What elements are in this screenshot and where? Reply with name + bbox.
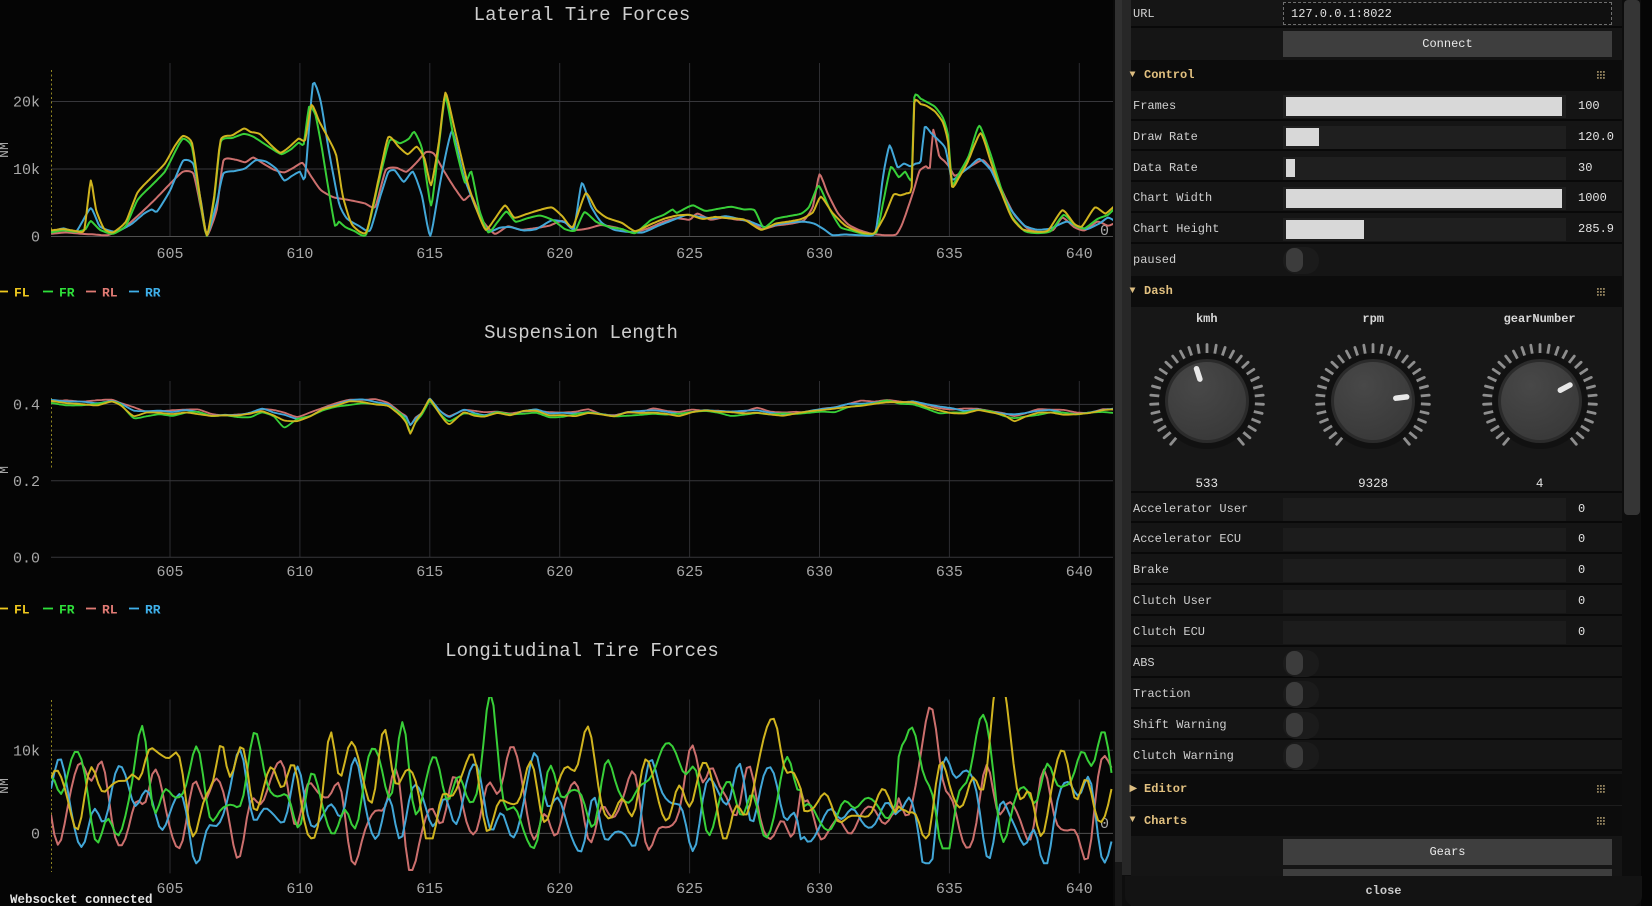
svg-text:FL: FL: [14, 285, 30, 300]
svg-text:635: 635: [936, 564, 963, 581]
svg-text:640: 640: [1066, 564, 1093, 581]
svg-text:610: 610: [286, 881, 313, 898]
svg-text:20k: 20k: [13, 95, 40, 112]
svg-text:630: 630: [806, 246, 833, 263]
svg-text:615: 615: [416, 564, 443, 581]
svg-text:0: 0: [31, 826, 40, 843]
svg-text:610: 610: [286, 246, 313, 263]
svg-text:620: 620: [546, 564, 573, 581]
svg-text:10k: 10k: [13, 162, 40, 179]
svg-text:625: 625: [676, 246, 703, 263]
svg-text:Suspension Length: Suspension Length: [484, 322, 678, 344]
svg-text:620: 620: [546, 246, 573, 263]
svg-text:630: 630: [806, 564, 833, 581]
svg-text:605: 605: [156, 881, 183, 898]
svg-text:625: 625: [676, 881, 703, 898]
svg-text:FR: FR: [59, 602, 75, 617]
svg-text:610: 610: [286, 564, 313, 581]
svg-text:0.0: 0.0: [13, 550, 40, 567]
svg-text:FL: FL: [14, 602, 30, 617]
svg-text:615: 615: [416, 246, 443, 263]
svg-text:NM: NM: [0, 778, 12, 794]
svg-text:620: 620: [546, 881, 573, 898]
svg-text:RR: RR: [145, 285, 161, 300]
svg-text:635: 635: [936, 246, 963, 263]
svg-text:RL: RL: [102, 602, 118, 617]
svg-text:625: 625: [676, 564, 703, 581]
svg-text:605: 605: [156, 246, 183, 263]
svg-text:640: 640: [1066, 246, 1093, 263]
svg-text:0: 0: [31, 230, 40, 247]
svg-text:FR: FR: [59, 285, 75, 300]
svg-text:640: 640: [1066, 881, 1093, 898]
svg-text:630: 630: [806, 881, 833, 898]
svg-text:M: M: [0, 466, 12, 474]
svg-text:615: 615: [416, 881, 443, 898]
svg-text:Lateral Tire Forces: Lateral Tire Forces: [474, 4, 691, 26]
svg-text:RL: RL: [102, 285, 118, 300]
svg-text:0.4: 0.4: [13, 397, 40, 414]
svg-text:Websocket connected: Websocket connected: [10, 893, 153, 906]
svg-text:605: 605: [156, 564, 183, 581]
svg-text:RR: RR: [145, 602, 161, 617]
svg-text:0.2: 0.2: [13, 474, 40, 491]
svg-text:635: 635: [936, 881, 963, 898]
svg-text:Longitudinal Tire Forces: Longitudinal Tire Forces: [445, 640, 719, 662]
svg-text:NM: NM: [0, 142, 12, 158]
svg-text:10k: 10k: [13, 743, 40, 760]
